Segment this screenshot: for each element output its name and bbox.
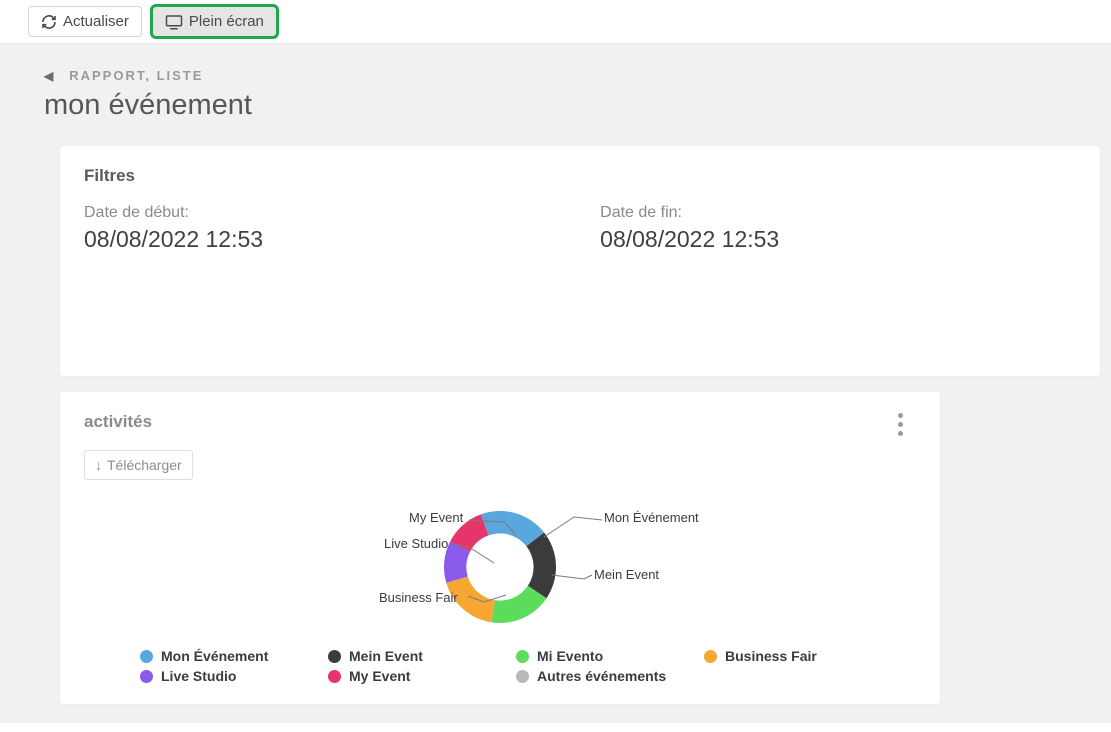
legend-item[interactable]: Live Studio (140, 668, 320, 684)
activities-title: activités (84, 412, 916, 432)
fullscreen-button[interactable]: Plein écran (152, 6, 277, 37)
legend-dot (140, 670, 153, 683)
breadcrumb-text: RAPPORT, LISTE (69, 68, 203, 83)
caret-left-icon: ◀ (44, 69, 55, 83)
legend-label: Mein Event (349, 648, 423, 664)
refresh-icon (41, 14, 57, 30)
filter-end-label: Date de fin: (600, 204, 1076, 222)
legend-dot (140, 650, 153, 663)
slice-label-mon-evenement: Mon Événement (604, 510, 699, 525)
legend-item[interactable]: Mein Event (328, 648, 508, 664)
legend-item[interactable]: My Event (328, 668, 508, 684)
filter-start-label: Date de début: (84, 204, 560, 222)
donut-chart: Mon Événement Mein Event Business Fair L… (84, 492, 916, 642)
card-menu-button[interactable] (888, 412, 912, 436)
filters-card: Filtres Date de début: 08/08/2022 12:53 … (60, 146, 1100, 376)
legend-item[interactable]: Business Fair (704, 648, 884, 664)
main-area: ◀ RAPPORT, LISTE mon événement Filtres D… (0, 44, 1111, 723)
download-button[interactable]: ↓ Télécharger (84, 450, 193, 480)
download-icon: ↓ (95, 457, 102, 473)
legend-label: My Event (349, 668, 410, 684)
page-title: mon événement (44, 89, 1111, 122)
legend-dot (704, 650, 717, 663)
breadcrumb[interactable]: ◀ RAPPORT, LISTE (44, 68, 1111, 83)
filter-start[interactable]: Date de début: 08/08/2022 12:53 (84, 204, 560, 253)
monitor-icon (165, 14, 183, 30)
chart-legend: Mon Événement Mein Event Mi Evento Business… (84, 648, 916, 684)
legend-label: Live Studio (161, 668, 236, 684)
filters-title: Filtres (84, 166, 1076, 186)
filter-start-value: 08/08/2022 12:53 (84, 226, 560, 253)
legend-dot (516, 670, 529, 683)
legend-label: Business Fair (725, 648, 817, 664)
slice-label-mein-event: Mein Event (594, 567, 659, 582)
top-toolbar: Actualiser Plein écran (0, 0, 1111, 44)
refresh-label: Actualiser (63, 13, 129, 30)
legend-item[interactable]: Mi Evento (516, 648, 696, 664)
activities-card: activités ↓ Télécharger Mon Événement Me… (60, 392, 940, 704)
legend-dot (328, 670, 341, 683)
slice-label-live-studio: Live Studio (384, 536, 448, 551)
fullscreen-label: Plein écran (189, 13, 264, 30)
filter-end[interactable]: Date de fin: 08/08/2022 12:53 (600, 204, 1076, 253)
slice-label-my-event: My Event (409, 510, 463, 525)
legend-dot (516, 650, 529, 663)
legend-item[interactable]: Mon Événement (140, 648, 320, 664)
filter-end-value: 08/08/2022 12:53 (600, 226, 1076, 253)
legend-item[interactable]: Autres événements (516, 668, 696, 684)
legend-label: Autres événements (537, 668, 666, 684)
refresh-button[interactable]: Actualiser (28, 6, 142, 37)
legend-label: Mi Evento (537, 648, 603, 664)
slice-label-business-fair: Business Fair (379, 590, 458, 605)
download-label: Télécharger (107, 457, 182, 473)
legend-label: Mon Événement (161, 648, 268, 664)
legend-dot (328, 650, 341, 663)
